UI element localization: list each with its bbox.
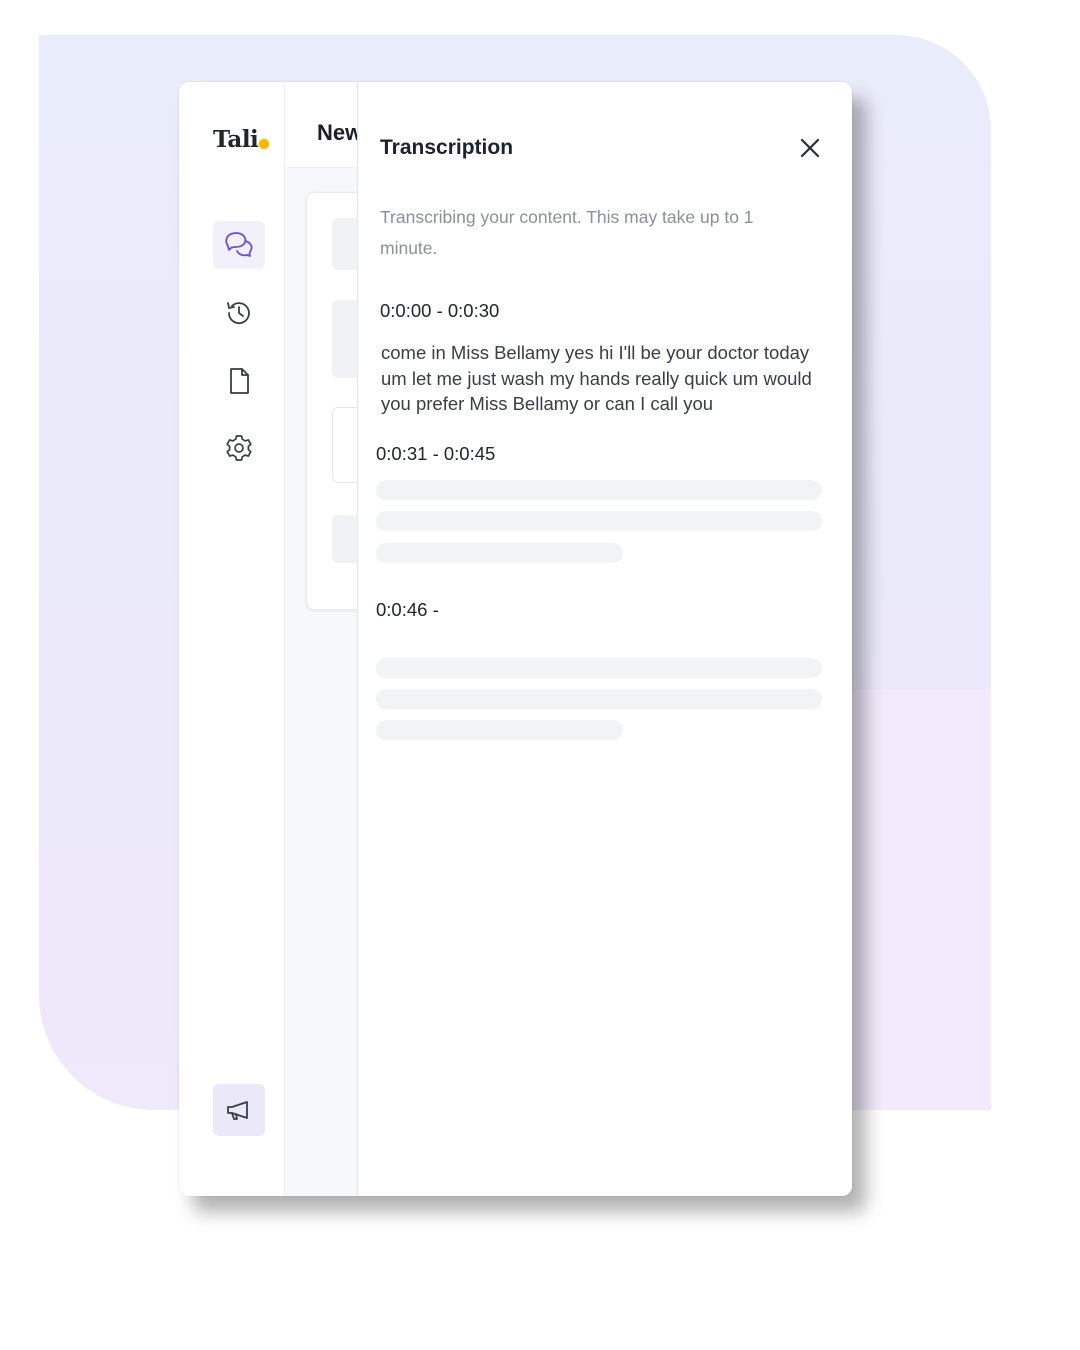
- page-title: New: [317, 120, 363, 145]
- close-button[interactable]: [794, 132, 826, 164]
- sidebar-item-chat[interactable]: [213, 221, 265, 269]
- history-icon: [227, 302, 250, 325]
- background-accent: [852, 690, 991, 1110]
- segment-time: 0:0:46 -: [376, 599, 439, 620]
- logo-dot: [259, 139, 269, 149]
- megaphone-icon: [227, 1101, 248, 1120]
- transcription-drawer: Transcription Transcribing your content.…: [357, 82, 852, 1196]
- segment-time: 0:0:00 - 0:0:30: [380, 300, 500, 321]
- loading-line: [376, 720, 623, 740]
- sidebar-item-settings[interactable]: [213, 424, 265, 472]
- app-window: Tali New Transcription Transcribing your…: [179, 82, 852, 1196]
- close-icon: [800, 138, 820, 158]
- sidebar-item-documents[interactable]: [213, 357, 265, 405]
- chat-bubbles-icon: [225, 232, 253, 257]
- document-icon: [230, 368, 249, 394]
- status-note: Transcribing your content. This may take…: [380, 207, 754, 258]
- gear-icon: [226, 435, 252, 461]
- loading-line: [376, 511, 822, 531]
- loading-line: [376, 480, 822, 500]
- loading-line: [376, 689, 822, 709]
- loading-line: [376, 543, 623, 563]
- drawer-title: Transcription: [380, 136, 514, 159]
- segment-text: come in Miss Bellamy yes hi I'll be your…: [381, 342, 812, 414]
- announcements-button[interactable]: [213, 1084, 265, 1136]
- app-logo: Tali: [213, 126, 259, 153]
- loading-line: [376, 658, 822, 678]
- sidebar-item-history[interactable]: [213, 289, 265, 337]
- sidebar: Tali: [179, 82, 285, 1196]
- segment-time: 0:0:31 - 0:0:45: [376, 443, 496, 464]
